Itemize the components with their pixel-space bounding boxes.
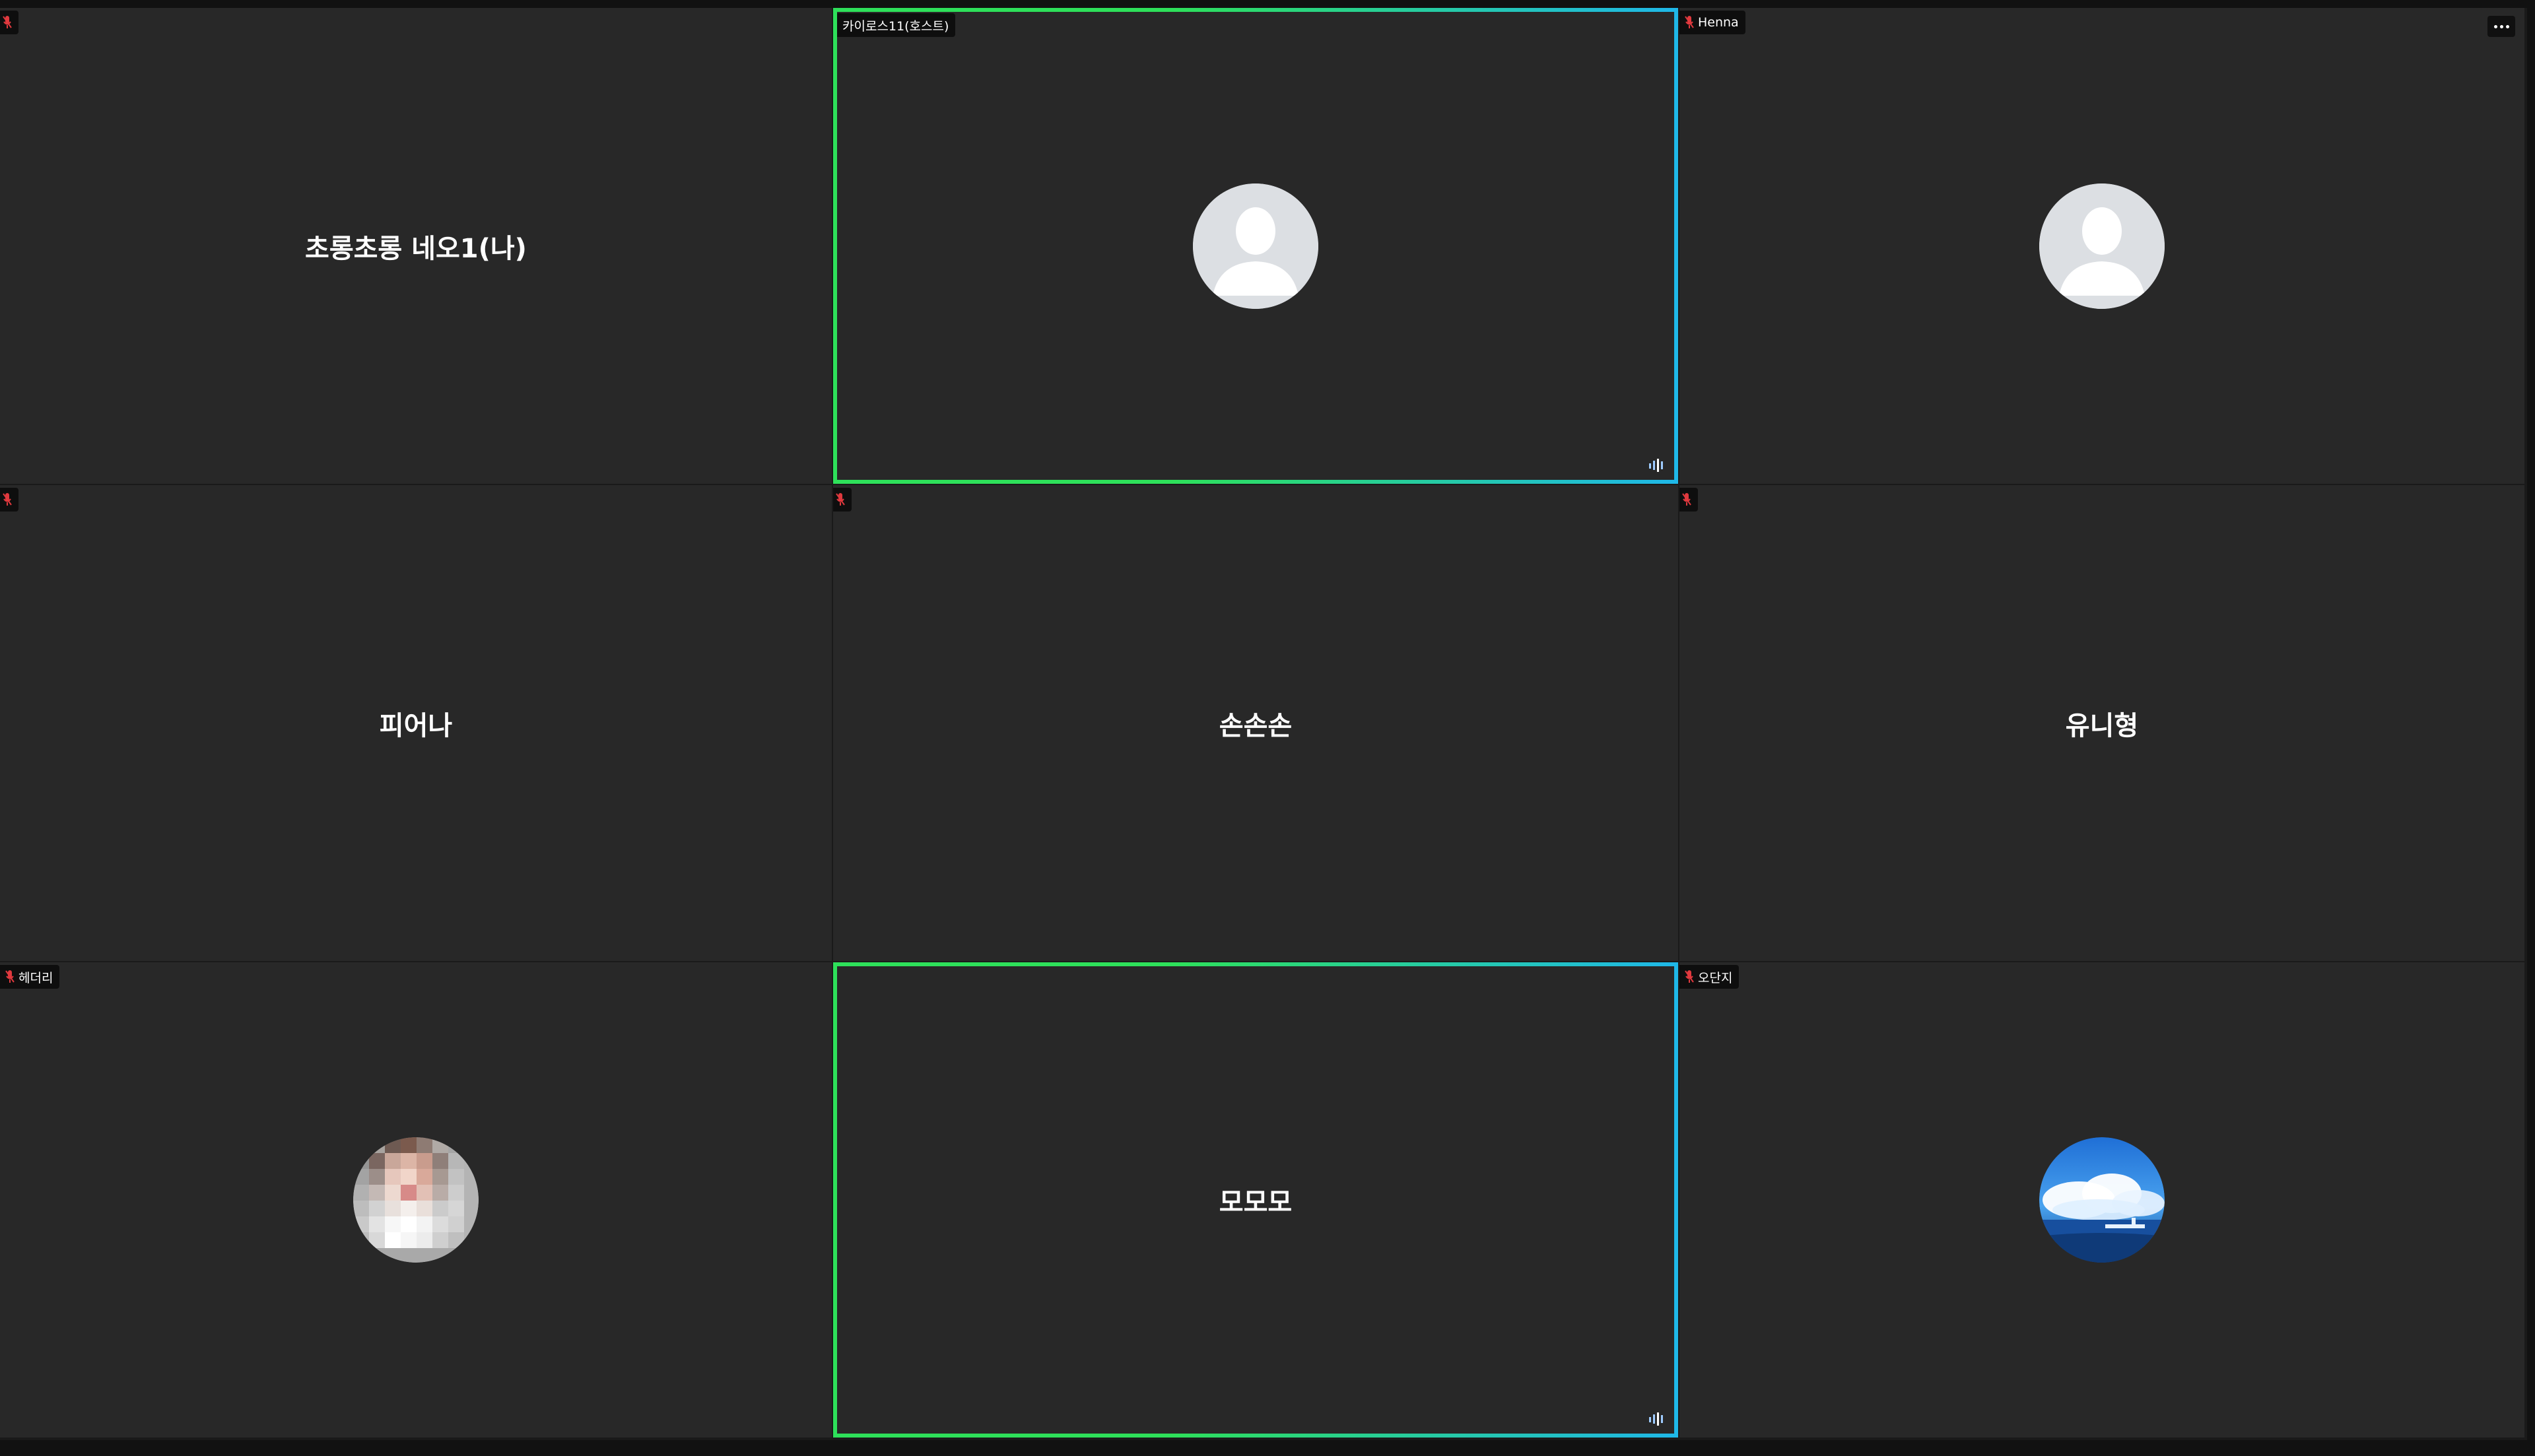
more-options-button[interactable]: [2487, 16, 2515, 37]
muted-mic-icon: [3, 492, 12, 508]
participant-name-tag-text: 헤더리: [18, 970, 53, 985]
muted-mic-icon: [5, 969, 15, 985]
video-meeting-gallery: 초롱초롱 네오1(나) 카이로스11(호스트) Henna 피어나 손손손 유니…: [0, 0, 2535, 1456]
dot-icon: [2493, 24, 2497, 28]
participant-display-name: 모모모: [1219, 1187, 1293, 1218]
participant-display-name: 초롱초롱 네오1(나): [305, 233, 527, 264]
participant-name-tag-text: Henna: [1698, 15, 1739, 30]
participant-name-tag: 카이로스11(호스트): [837, 13, 956, 37]
participant-name-tag-text: 카이로스11(호스트): [842, 18, 949, 34]
participant-tile[interactable]: 모모모: [833, 962, 1679, 1439]
participant-name-tag: [1679, 488, 1698, 512]
participant-tile[interactable]: 헤더리: [0, 962, 833, 1439]
participant-display-name: 손손손: [1219, 710, 1293, 741]
participant-tile-host[interactable]: 카이로스11(호스트): [833, 8, 1679, 485]
participant-name-tag: [833, 488, 852, 512]
audio-level-icon: [1648, 1411, 1668, 1427]
participant-name-tag: 오단지: [1679, 965, 1740, 989]
dot-icon: [2499, 24, 2503, 28]
audio-level-icon: [1648, 457, 1668, 473]
participant-name-tag: 헤더리: [0, 965, 60, 989]
muted-mic-icon: [1685, 969, 1694, 985]
participant-tile[interactable]: 손손손: [833, 485, 1679, 962]
gallery-grid: 초롱초롱 네오1(나) 카이로스11(호스트) Henna 피어나 손손손 유니…: [0, 8, 2527, 1440]
participant-name-tag: Henna: [1679, 11, 1745, 34]
bottom-bar: [0, 1440, 2535, 1456]
vertical-scrollbar[interactable]: [2527, 0, 2535, 1456]
muted-mic-icon: [1682, 492, 1691, 508]
top-bar: [0, 0, 2535, 8]
muted-mic-icon: [3, 15, 12, 30]
default-avatar-icon: [2039, 183, 2165, 309]
participant-display-name: 피어나: [379, 710, 453, 741]
participant-tile[interactable]: Henna: [1679, 8, 2526, 485]
profile-photo-avatar: [2039, 1137, 2165, 1263]
participant-name-tag: [0, 11, 18, 34]
participant-tile-self[interactable]: 초롱초롱 네오1(나): [0, 8, 833, 485]
default-avatar-icon: [1193, 183, 1318, 309]
participant-name-tag: [0, 488, 18, 512]
participant-tile[interactable]: 오단지: [1679, 962, 2526, 1439]
participant-tile[interactable]: 유니형: [1679, 485, 2526, 962]
participant-tile[interactable]: 피어나: [0, 485, 833, 962]
dot-icon: [2505, 24, 2509, 28]
profile-photo-avatar: [353, 1137, 479, 1263]
participant-name-tag-text: 오단지: [1698, 970, 1733, 985]
participant-display-name: 유니형: [2065, 710, 2139, 741]
muted-mic-icon: [1685, 15, 1694, 30]
muted-mic-icon: [836, 492, 845, 508]
